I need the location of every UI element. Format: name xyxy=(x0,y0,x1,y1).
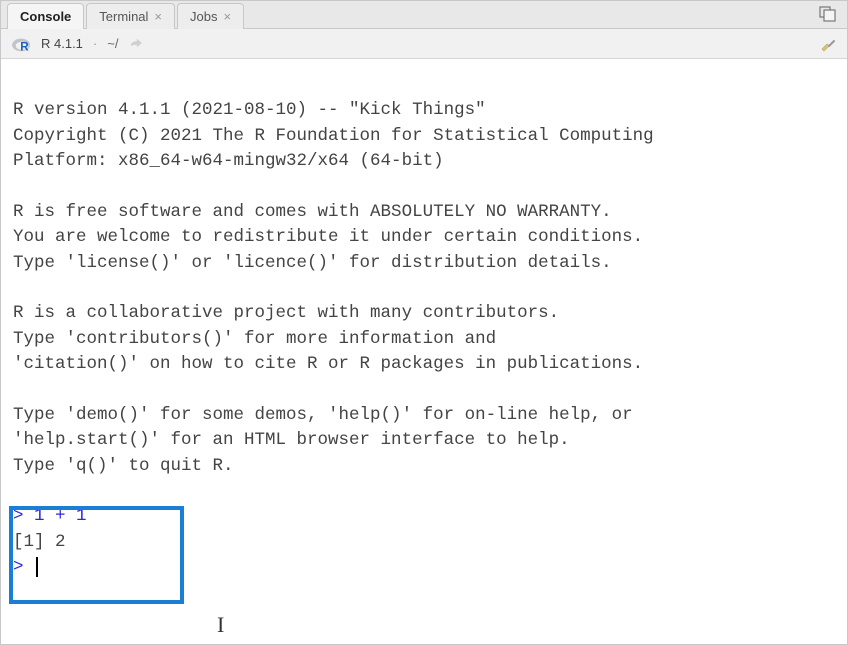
separator-dot: · xyxy=(93,36,97,51)
console-history: > 1 + 1 [1] 2 > xyxy=(13,504,839,580)
console-output-line: [1] 2 xyxy=(13,532,66,552)
tab-bar: Console Terminal × Jobs × xyxy=(1,1,847,29)
tab-console[interactable]: Console xyxy=(7,3,84,29)
console-info-bar: R R 4.1.1 · ~/ xyxy=(1,29,847,59)
r-version-label: R 4.1.1 xyxy=(41,36,83,51)
prompt-symbol: > xyxy=(13,506,24,526)
r-logo-icon: R xyxy=(11,35,33,53)
mouse-ibeam-cursor: I xyxy=(217,609,224,641)
startup-message: R version 4.1.1 (2021-08-10) -- "Kick Th… xyxy=(13,98,839,479)
tab-jobs[interactable]: Jobs × xyxy=(177,3,244,29)
svg-text:R: R xyxy=(20,40,29,53)
tab-label: Console xyxy=(20,9,71,24)
maximize-pane-icon[interactable] xyxy=(819,6,837,22)
tab-terminal[interactable]: Terminal × xyxy=(86,3,175,29)
text-cursor xyxy=(36,557,38,577)
console-output[interactable]: R version 4.1.1 (2021-08-10) -- "Kick Th… xyxy=(1,59,847,644)
tab-label: Jobs xyxy=(190,9,217,24)
close-icon[interactable]: × xyxy=(223,10,231,23)
working-directory[interactable]: ~/ xyxy=(107,36,118,51)
share-arrow-icon[interactable] xyxy=(128,36,144,52)
close-icon[interactable]: × xyxy=(154,10,162,23)
tab-label: Terminal xyxy=(99,9,148,24)
clear-console-icon[interactable] xyxy=(819,35,837,58)
prompt-symbol: > xyxy=(13,557,24,577)
console-input-expr: 1 + 1 xyxy=(34,506,87,526)
